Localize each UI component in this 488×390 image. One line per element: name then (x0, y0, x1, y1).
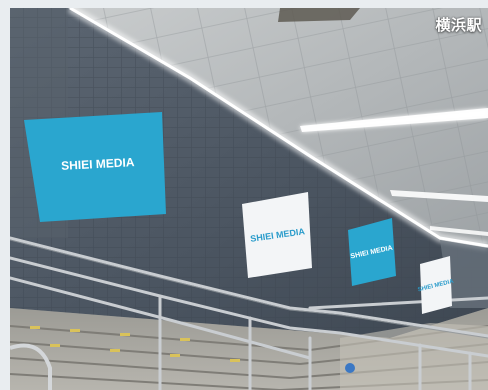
poster-2: SHIEI MEDIA (242, 192, 312, 278)
photo-frame: SHIEI MEDIA SHIEI MEDIA SHIEI MEDIA SHIE… (0, 0, 488, 390)
station-name-label: 横浜駅 (435, 16, 482, 34)
poster-4: SHIEI MEDIA (417, 256, 455, 314)
station-stairway-photo: SHIEI MEDIA SHIEI MEDIA SHIEI MEDIA SHIE… (10, 8, 488, 390)
poster-3: SHIEI MEDIA (348, 218, 396, 286)
poster-1: SHIEI MEDIA (24, 112, 166, 222)
